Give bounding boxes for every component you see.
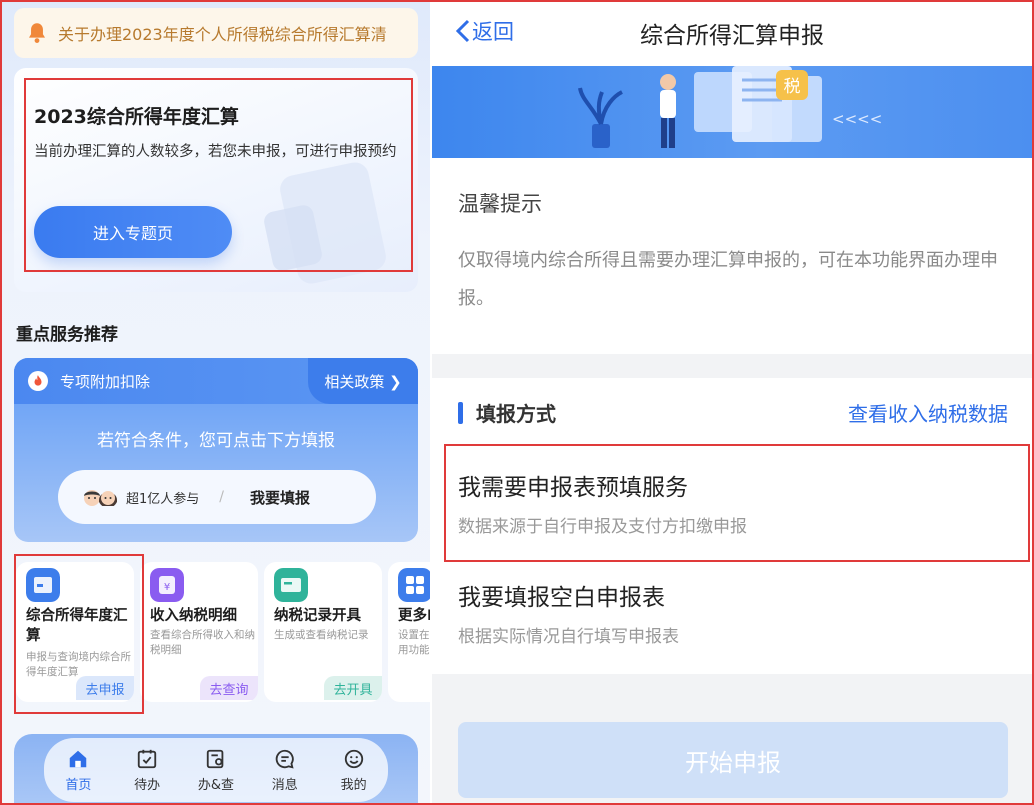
notice-text: 关于办理2023年度个人所得税综合所得汇算清 — [58, 25, 387, 44]
settlement-declaration-screen: 返回 综合所得汇算申报 税 <<<< 温馨提示 仅取得境内综合所得且需要办理汇算… — [432, 2, 1032, 803]
bell-icon — [28, 23, 46, 43]
tab-message[interactable]: 消息 — [255, 748, 315, 793]
option-blank-form[interactable]: 我要填报空白申报表 根据实际情况自行填写申报表 — [458, 578, 1018, 647]
home-icon — [70, 750, 87, 767]
related-policy-link[interactable]: 相关政策 ❯ — [308, 358, 418, 404]
tab-label: 首页 — [65, 777, 92, 793]
bottom-tab-bar: 首页 待办 办&查 消息 我的 — [14, 734, 418, 803]
service-desc: 查看综合所得收入和纳税明细 — [150, 629, 255, 656]
banner-arrows: <<<< — [832, 110, 882, 128]
query-icon — [206, 749, 224, 768]
participant-avatars — [82, 486, 117, 508]
service-name: 收入纳税明细 — [150, 608, 237, 624]
deduction-title: 专项附加扣除 — [60, 373, 151, 391]
tab-label: 办&查 — [197, 777, 235, 793]
home-screen: 关于办理2023年度个人所得税综合所得汇算清 2023综合所得年度汇算 当前办理… — [2, 2, 430, 803]
grid-icon — [398, 568, 430, 602]
highlight-box — [24, 78, 413, 272]
profile-icon — [344, 749, 363, 768]
tab-home[interactable]: 首页 — [48, 748, 108, 793]
notice-bar[interactable]: 关于办理2023年度个人所得税综合所得汇算清 — [14, 8, 418, 58]
start-declaration-button[interactable]: 开始申报 — [458, 722, 1008, 798]
fill-in-pill[interactable]: 超1亿人参与 / 我要填报 — [58, 470, 376, 524]
flame-icon — [28, 371, 48, 391]
fill-in-button[interactable]: 我要填报 — [250, 487, 310, 508]
tab-profile[interactable]: 我的 — [324, 748, 384, 793]
svg-text:¥: ¥ — [164, 582, 170, 593]
deduction-header: 专项附加扣除 相关政策 ❯ — [14, 358, 418, 404]
service-desc: 设置在用功能 — [398, 629, 430, 656]
highlight-box — [14, 554, 144, 714]
tab-todo[interactable]: 待办 — [117, 748, 177, 793]
service-card-income-details[interactable]: ¥ 收入纳税明细 查看综合所得收入和纳税明细 去查询 — [140, 562, 258, 702]
service-desc: 生成或查看纳税记录 — [274, 629, 369, 641]
tab-bar-inner: 首页 待办 办&查 消息 我的 — [44, 738, 388, 802]
banner-illustration: 税 <<<< — [432, 66, 1032, 158]
avatar-female-icon — [99, 491, 117, 506]
tax-badge: 税 — [784, 77, 801, 97]
tab-query[interactable]: 办&查 — [186, 748, 246, 793]
nav-bar: 返回 综合所得汇算申报 — [432, 2, 1032, 66]
service-name: 更多I — [398, 608, 430, 624]
view-income-tax-data-link[interactable]: 查看收入纳税数据 — [848, 398, 1008, 427]
tab-label: 消息 — [271, 777, 298, 793]
tab-label: 待办 — [134, 777, 161, 793]
tips-body: 仅取得境内综合所得且需要办理汇算申报的，可在本功能界面办理申报。 — [458, 250, 998, 309]
tips-card: 温馨提示 仅取得境内综合所得且需要办理汇算申报的，可在本功能界面办理申报。 — [432, 158, 1032, 354]
section-title: 重点服务推荐 — [16, 325, 118, 345]
tips-title: 温馨提示 — [458, 192, 542, 216]
highlight-box — [444, 444, 1030, 562]
section-accent-bar — [458, 402, 463, 424]
go-query-button[interactable]: 去查询 — [200, 676, 258, 700]
income-details-icon: ¥ — [150, 568, 184, 602]
pill-separator: / — [219, 489, 224, 505]
service-name: 纳税记录开具 — [274, 608, 361, 624]
participant-count: 超1亿人参与 — [126, 491, 200, 507]
banner-art: 税 <<<< — [578, 66, 882, 148]
message-icon — [275, 749, 294, 769]
tax-record-icon — [274, 568, 308, 602]
service-card-more[interactable]: 更多I 设置在用功能 — [388, 562, 430, 702]
todo-icon — [138, 749, 157, 768]
filing-method-title: 填报方式 — [476, 402, 556, 426]
option-title: 我要填报空白申报表 — [458, 585, 665, 611]
option-desc: 根据实际情况自行填写申报表 — [458, 627, 679, 647]
service-card-tax-record[interactable]: 纳税记录开具 生成或查看纳税记录 去开具 — [264, 562, 382, 702]
tab-label: 我的 — [340, 777, 367, 793]
special-deduction-card: 专项附加扣除 相关政策 ❯ 若符合条件，您可点击下方填报 超1亿人参与 / 我要… — [14, 358, 418, 542]
deduction-hint: 若符合条件，您可点击下方填报 — [97, 431, 335, 451]
go-issue-button[interactable]: 去开具 — [324, 676, 382, 700]
page-title: 综合所得汇算申报 — [640, 23, 824, 49]
